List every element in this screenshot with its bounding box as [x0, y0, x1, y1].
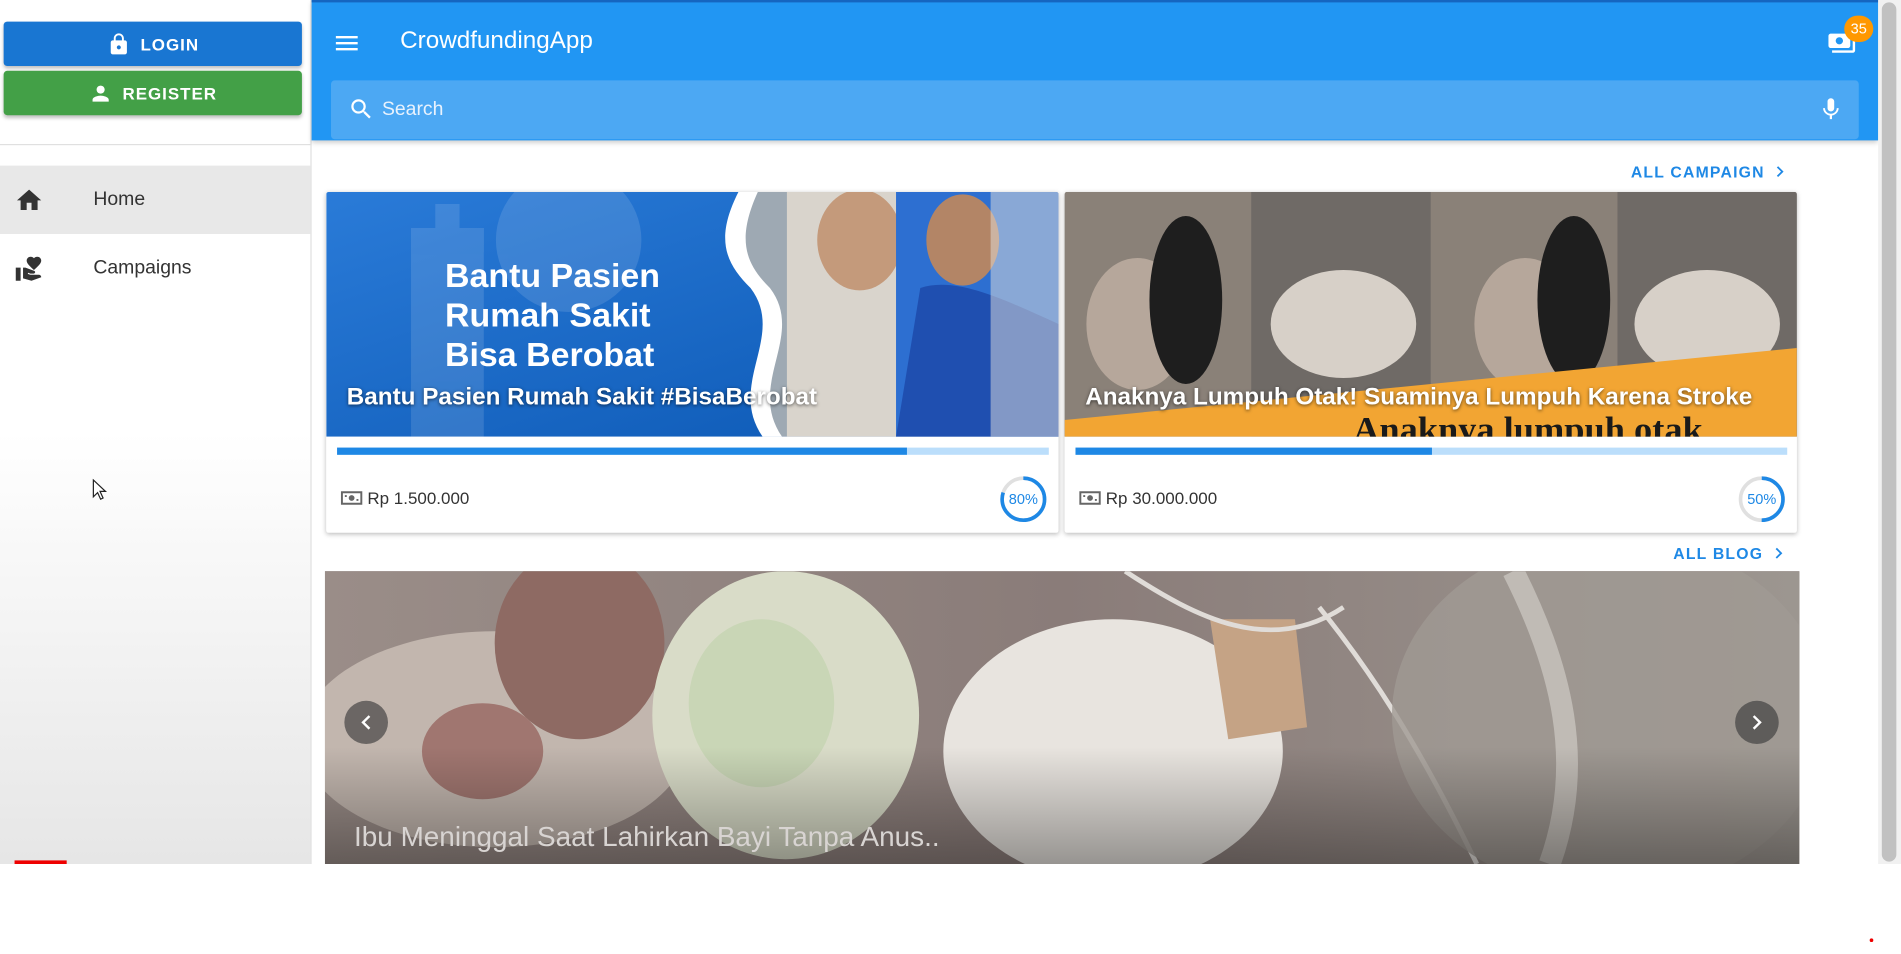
blog-slide-title: Ibu Meninggal Saat Lahirkan Bayi Tanpa A… — [354, 820, 940, 853]
sidebar-item-label: Home — [93, 189, 146, 210]
login-button[interactable]: LOGIN — [3, 21, 302, 67]
campaign-progress-bar — [337, 447, 1049, 455]
lock-icon — [110, 32, 127, 54]
chevron-right-icon — [1752, 715, 1762, 730]
campaign-amount-value: Rp 30.000.000 — [1105, 488, 1218, 508]
login-label: LOGIN — [140, 34, 200, 54]
chevron-right-icon — [1777, 166, 1785, 177]
register-button[interactable]: REGISTER — [3, 70, 302, 116]
campaign-card[interactable]: Anaknya lumpuh otak Anaknya Lumpuh Otak!… — [1064, 192, 1797, 533]
recording-dot — [1869, 938, 1874, 943]
app-title: CrowdfundingApp — [400, 27, 593, 55]
campaign-title: Bantu Pasien Rumah Sakit #BisaBerobat — [346, 384, 818, 411]
all-campaign-label: ALL CAMPAIGN — [1630, 162, 1765, 181]
campaign-card[interactable]: Bantu Pasien Rumah Sakit Bisa Berobat Ba… — [326, 192, 1059, 533]
money-icon — [340, 491, 363, 505]
carousel-next-button[interactable] — [1735, 700, 1779, 744]
blog-carousel[interactable]: Ibu Meninggal Saat Lahirkan Bayi Tanpa A… — [324, 571, 1800, 865]
campaign-progress-fill — [1075, 447, 1432, 455]
register-label: REGISTER — [122, 83, 218, 103]
campaign-image-text-line: Bantu Pasien — [445, 257, 660, 295]
microphone-icon[interactable] — [1818, 96, 1845, 122]
chevron-left-icon — [361, 715, 371, 730]
person-icon — [92, 85, 109, 101]
chevron-right-icon — [1775, 547, 1783, 559]
sidebar-item-label: Campaigns — [93, 257, 192, 278]
volunteer-hand-heart-icon — [15, 254, 44, 283]
campaign-percent-ring: 80% — [999, 475, 1048, 523]
vertical-scrollbar[interactable] — [1878, 0, 1901, 865]
cart-count-badge: 35 — [1844, 15, 1874, 42]
sidebar: LOGIN REGISTER Home Campaigns — [0, 0, 312, 865]
sidebar-item-home[interactable]: Home — [0, 165, 311, 235]
scrollbar-thumb[interactable] — [1881, 2, 1897, 862]
campaign-image-text-line: Bisa Berobat — [445, 336, 654, 374]
sidebar-item-campaigns[interactable]: Campaigns — [0, 234, 310, 302]
money-icon — [1079, 491, 1101, 505]
home-icon — [15, 185, 44, 214]
search-bar — [331, 80, 1859, 140]
campaign-progress-fill — [337, 447, 907, 455]
campaign-title: Anaknya Lumpuh Otak! Suaminya Lumpuh Kar… — [1085, 384, 1753, 411]
campaign-percent-ring: 50% — [1738, 475, 1787, 523]
all-blog-link[interactable]: ALL BLOG — [1673, 542, 1790, 564]
campaign-image-text-line: Anaknya lumpuh otak — [1353, 410, 1703, 437]
campaign-progress-bar — [1075, 447, 1788, 455]
campaign-amount: Rp 30.000.000 — [1078, 488, 1218, 508]
carousel-prev-button[interactable] — [344, 700, 388, 744]
campaign-percent-label: 80% — [1008, 490, 1038, 508]
sidebar-divider — [0, 144, 311, 146]
campaign-image-text-line: Rumah Sakit — [445, 297, 651, 335]
app-bar: CrowdfundingApp 35 — [311, 0, 1879, 141]
search-icon — [348, 96, 375, 122]
all-blog-label: ALL BLOG — [1673, 544, 1764, 563]
hamburger-menu-icon[interactable] — [332, 29, 361, 58]
search-input[interactable] — [381, 80, 1801, 140]
campaign-amount: Rp 1.500.000 — [340, 488, 470, 508]
video-progress-indicator — [14, 860, 67, 865]
mouse-cursor-icon — [92, 478, 108, 501]
all-campaign-link[interactable]: ALL CAMPAIGN — [1631, 161, 1792, 183]
campaign-percent-label: 50% — [1747, 490, 1777, 508]
campaign-amount-value: Rp 1.500.000 — [367, 488, 470, 508]
